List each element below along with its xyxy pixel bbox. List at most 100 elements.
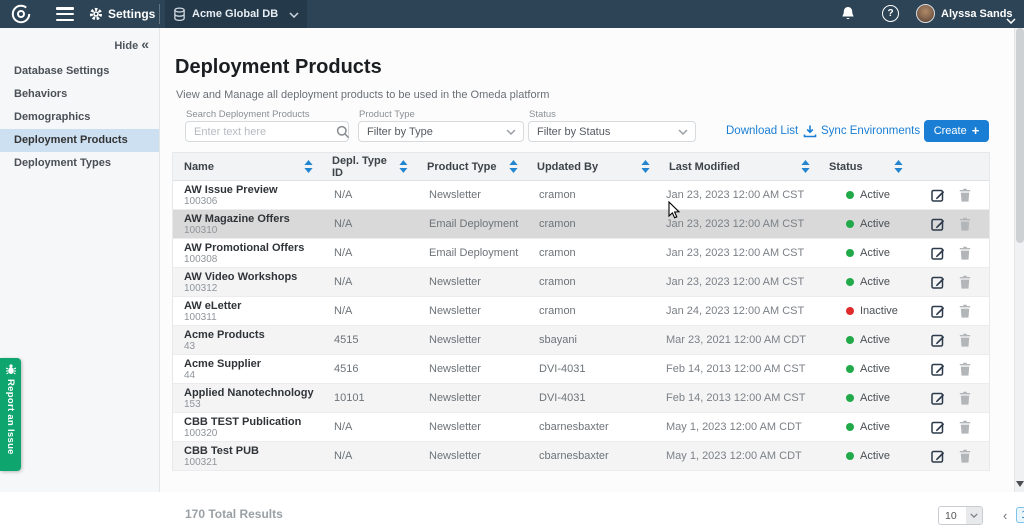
product-id: 100312 xyxy=(184,283,217,294)
column-header[interactable]: Name xyxy=(173,153,321,180)
hamburger-menu-icon[interactable] xyxy=(56,7,74,21)
column-label: Updated By xyxy=(537,161,598,173)
edit-icon[interactable] xyxy=(931,246,945,260)
sidebar-item[interactable]: Demographics xyxy=(0,106,159,129)
create-button[interactable]: Create + xyxy=(924,120,989,142)
status-dot xyxy=(846,394,854,402)
delete-icon[interactable] xyxy=(959,420,971,434)
delete-icon[interactable] xyxy=(959,391,971,405)
vertical-scrollbar[interactable] xyxy=(1014,28,1024,492)
actions-column-header xyxy=(911,153,991,180)
sidebar-item[interactable]: Behaviors xyxy=(0,83,159,106)
product-type-cell: Newsletter xyxy=(416,413,526,441)
delete-icon[interactable] xyxy=(959,362,971,376)
column-label: Status xyxy=(829,161,863,173)
product-type-cell: Newsletter xyxy=(416,181,526,209)
sidebar-item[interactable]: Deployment Products xyxy=(0,129,159,152)
sidebar-item[interactable]: Deployment Types xyxy=(0,152,159,175)
delete-icon[interactable] xyxy=(959,246,971,260)
download-list-button[interactable]: Download List xyxy=(726,124,817,138)
delete-icon[interactable] xyxy=(959,217,971,231)
edit-icon[interactable] xyxy=(931,304,945,318)
table-row[interactable]: AW Promotional Offers 100308 N/A Email D… xyxy=(173,239,989,268)
column-header[interactable]: Updated By xyxy=(526,153,658,180)
sort-icon[interactable] xyxy=(399,160,408,173)
user-menu-chevron-icon[interactable] xyxy=(1006,11,1016,29)
depl-type-id-cell: N/A xyxy=(321,442,416,470)
download-list-label: Download List xyxy=(726,125,798,137)
delete-icon[interactable] xyxy=(959,449,971,463)
updated-by-cell: cramon xyxy=(526,268,658,296)
page-number[interactable]: 1 xyxy=(1016,507,1024,523)
edit-icon[interactable] xyxy=(931,449,945,463)
delete-icon[interactable] xyxy=(959,304,971,318)
delete-icon[interactable] xyxy=(959,275,971,289)
table-row[interactable]: AW eLetter 100311 N/A Newsletter cramon … xyxy=(173,297,989,326)
edit-icon[interactable] xyxy=(931,188,945,202)
status-filter[interactable]: Filter by Status xyxy=(528,121,696,142)
status-label: Active xyxy=(860,421,890,433)
table-row[interactable]: Acme Products 43 4515 Newsletter sbayani… xyxy=(173,326,989,355)
edit-icon[interactable] xyxy=(931,275,945,289)
help-icon[interactable]: ? xyxy=(882,5,899,22)
last-modified-cell: Feb 14, 2013 12:00 AM CST xyxy=(658,384,818,412)
row-actions xyxy=(911,181,991,209)
row-actions xyxy=(911,326,991,354)
hide-sidebar-button[interactable]: Hide« xyxy=(114,36,149,52)
product-type-cell: Newsletter xyxy=(416,355,526,383)
table-row[interactable]: AW Issue Preview 100306 N/A Newsletter c… xyxy=(173,181,989,210)
main-content: Deployment Products View and Manage all … xyxy=(160,28,1014,492)
pagination: ‹ 12345…10 › xyxy=(1003,507,1024,523)
edit-icon[interactable] xyxy=(931,217,945,231)
sort-icon[interactable] xyxy=(304,160,313,173)
sort-icon[interactable] xyxy=(894,160,903,173)
pagination-pages: 12345…10 xyxy=(1016,507,1024,523)
table-row[interactable]: Applied Nanotechnology 153 10101 Newslet… xyxy=(173,384,989,413)
product-type-filter[interactable]: Filter by Type xyxy=(358,121,524,142)
column-header[interactable]: Depl. Type ID xyxy=(321,153,416,180)
product-id: 44 xyxy=(184,370,195,381)
edit-icon[interactable] xyxy=(931,333,945,347)
report-issue-tab[interactable]: Report an Issue xyxy=(0,358,21,471)
sort-icon[interactable] xyxy=(509,160,518,173)
notifications-bell-icon[interactable] xyxy=(840,5,856,27)
scrollbar-down-arrow[interactable] xyxy=(1016,481,1024,487)
prev-page-icon[interactable]: ‹ xyxy=(1003,508,1007,523)
product-type-cell: Email Deployment xyxy=(416,210,526,238)
column-header[interactable]: Status xyxy=(818,153,911,180)
column-header[interactable]: Product Type xyxy=(416,153,526,180)
sync-environments-button[interactable]: Sync Environments xyxy=(821,124,938,137)
delete-icon[interactable] xyxy=(959,188,971,202)
edit-icon[interactable] xyxy=(931,391,945,405)
status-label: Active xyxy=(860,392,890,404)
name-cell: CBB TEST Publication 100320 xyxy=(173,413,321,441)
status-label: Active xyxy=(860,247,890,259)
status-dot xyxy=(846,423,854,431)
table-row[interactable]: CBB TEST Publication 100320 N/A Newslett… xyxy=(173,413,989,442)
status-label: Active xyxy=(860,189,890,201)
delete-icon[interactable] xyxy=(959,333,971,347)
deployment-products-table: Name Depl. Type ID Product Type Updated … xyxy=(172,152,990,471)
status-label: Active xyxy=(860,218,890,230)
sidebar-item[interactable]: Database Settings xyxy=(0,60,159,83)
edit-icon[interactable] xyxy=(931,362,945,376)
table-row[interactable]: AW Video Workshops 100312 N/A Newsletter… xyxy=(173,268,989,297)
page-size-select[interactable]: 10 xyxy=(938,506,983,525)
chevron-down-icon xyxy=(678,129,688,135)
column-header[interactable]: Last Modified xyxy=(658,153,818,180)
report-issue-label: Report an Issue xyxy=(5,379,16,455)
database-selector[interactable]: Acme Global DB xyxy=(165,0,307,28)
scrollbar-thumb[interactable] xyxy=(1016,28,1024,243)
sort-icon[interactable] xyxy=(801,160,810,173)
edit-icon[interactable] xyxy=(931,420,945,434)
search-input[interactable] xyxy=(186,126,336,138)
table-row[interactable]: Acme Supplier 44 4516 Newsletter DVI-403… xyxy=(173,355,989,384)
sort-icon[interactable] xyxy=(641,160,650,173)
table-row[interactable]: CBB Test PUB 100321 N/A Newsletter cbarn… xyxy=(173,442,989,471)
settings-gear-icon[interactable] xyxy=(88,6,104,27)
page-size-value: 10 xyxy=(939,510,966,522)
user-avatar[interactable] xyxy=(916,4,935,23)
search-icon[interactable] xyxy=(336,125,350,139)
omeda-logo-icon[interactable] xyxy=(10,3,32,30)
table-row[interactable]: AW Magazine Offers 100310 N/A Email Depl… xyxy=(173,210,989,239)
